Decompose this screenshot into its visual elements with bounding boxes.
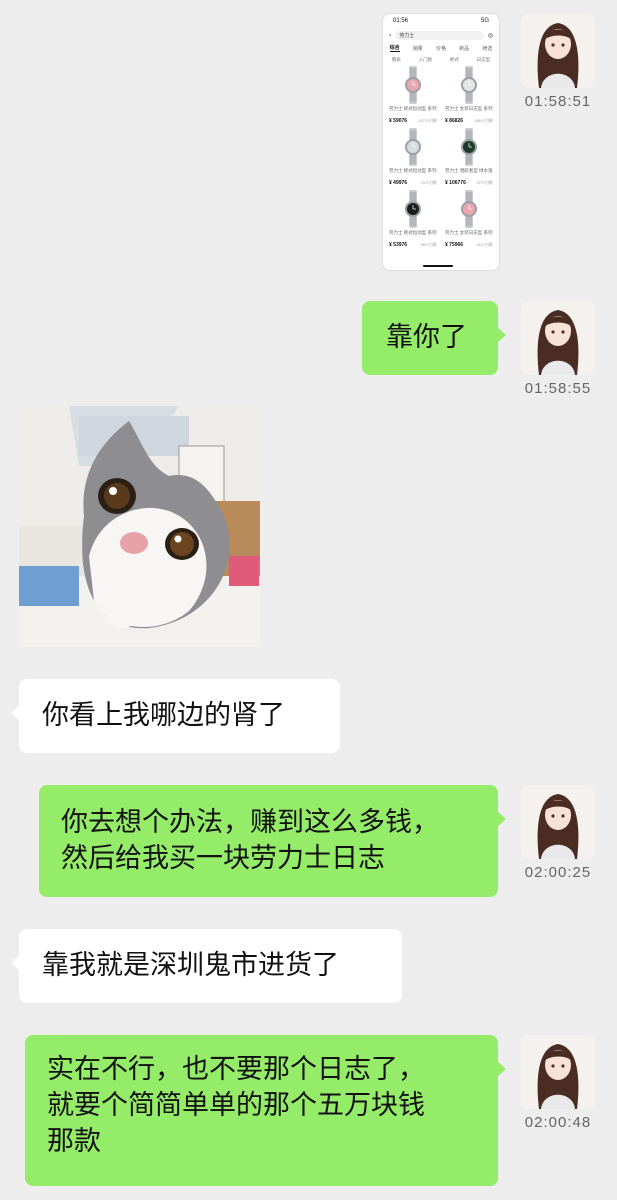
screenshot-status-network: 5G xyxy=(480,18,489,24)
product-price: ¥ 49976 xyxy=(389,180,408,186)
their-message-bubble[interactable]: 你看上我哪边的肾了 xyxy=(11,679,340,753)
screenshot-product-card: 劳力士 女装日志型 系列 ¥ 86826 186人付款 xyxy=(443,66,495,128)
their-message-bubble[interactable]: 靠我就是深圳鬼市进货了 xyxy=(11,929,402,1003)
screenshot-tab: 销量 xyxy=(412,45,423,52)
product-sold: 76人付款 xyxy=(420,180,437,185)
message-text-line: 实在不行，也不要那个日志了， xyxy=(47,1054,425,1085)
message-text: 你看上我哪边的肾了 xyxy=(42,700,285,731)
avatar-girl-icon xyxy=(521,785,595,859)
screenshot-search-row: ‹ 劳力士 ◎ xyxy=(383,28,499,42)
screenshot-status-bar: 01:56 5G xyxy=(383,14,499,28)
message-text-line: 那款 xyxy=(47,1126,101,1157)
screenshot-filters: 腕表 入门款 蚝式 日志型 xyxy=(383,54,499,66)
product-title: 劳力士 女装日志型 系列 xyxy=(445,230,493,235)
avatar-girl-icon xyxy=(521,14,595,88)
message-text: 靠你了 xyxy=(386,322,467,353)
message-timestamp: 02:00:48 xyxy=(524,1114,592,1131)
product-sold: 68人付款 xyxy=(420,242,437,247)
my-message-bubble[interactable]: 实在不行，也不要那个日志了， 就要个简简单单的那个五万块钱 那款 xyxy=(25,1035,506,1186)
screenshot-product-grid: 劳力士 蚝式恒动型 系列 ¥ 59076 187人付款 劳力士 女装日志型 系列 ¥ 8… xyxy=(383,66,499,252)
product-price: ¥ 106776 xyxy=(445,180,466,186)
watch-icon xyxy=(405,128,421,166)
screenshot-tab: 价格 xyxy=(435,45,446,52)
back-arrow-icon: ‹ xyxy=(389,31,392,39)
my-avatar[interactable] xyxy=(521,1035,595,1109)
product-sold: 187人付款 xyxy=(418,118,437,123)
screenshot-filter: 日志型 xyxy=(476,58,491,63)
product-sold: 186人付款 xyxy=(474,118,493,123)
my-avatar[interactable] xyxy=(521,301,595,375)
avatar-girl-icon xyxy=(521,301,595,375)
my-message-bubble[interactable]: 你去想个办法，赚到这么多钱， 然后给我买一块劳力士日志 xyxy=(39,785,506,897)
screenshot-filter: 腕表 xyxy=(391,58,401,63)
screenshot-product-card: 劳力士 女装日志型 系列 ¥ 75966 41人付款 xyxy=(443,190,495,252)
screenshot-search-field: 劳力士 xyxy=(395,30,484,40)
product-sold: 37人付款 xyxy=(476,180,493,185)
screenshot-status-time: 01:56 xyxy=(393,18,409,24)
screenshot-filter: 蚝式 xyxy=(449,58,459,63)
product-title: 劳力士 女装日志型 系列 xyxy=(445,106,493,111)
message-text-line: 你去想个办法，赚到这么多钱， xyxy=(61,807,439,838)
product-price: ¥ 53976 xyxy=(389,242,408,248)
screenshot-product-card: 劳力士 蚝式恒动型 系列 ¥ 53976 68人付款 xyxy=(387,190,439,252)
screenshot-tab: 综合 xyxy=(389,45,400,52)
product-title: 劳力士 蚝式恒动型 系列 xyxy=(389,230,437,235)
watch-icon xyxy=(405,66,421,104)
message-timestamp: 02:00:25 xyxy=(524,864,592,881)
screenshot-tab: 新品 xyxy=(459,45,470,52)
screenshot-tab: 筛选 xyxy=(482,45,493,52)
product-price: ¥ 86826 xyxy=(445,118,464,124)
screenshot-product-card: 劳力士 蚝式恒动型 系列 ¥ 59076 187人付款 xyxy=(387,66,439,128)
watch-icon xyxy=(405,190,421,228)
screenshot-filter: 入门款 xyxy=(418,58,433,63)
product-price: ¥ 59076 xyxy=(389,118,408,124)
message-text-line: 然后给我买一块劳力士日志 xyxy=(61,843,385,874)
message-text: 靠我就是深圳鬼市进货了 xyxy=(42,950,339,981)
watch-icon xyxy=(461,128,477,166)
product-title: 劳力士 潜航者型 绿水鬼 xyxy=(445,168,493,173)
screenshot-product-card: 劳力士 潜航者型 绿水鬼 ¥ 106776 37人付款 xyxy=(443,128,495,190)
product-sold: 41人付款 xyxy=(476,242,493,247)
screenshot-product-card: 劳力士 蚝式恒动型 系列 ¥ 49976 76人付款 xyxy=(387,128,439,190)
message-timestamp: 01:58:55 xyxy=(524,380,592,397)
watch-icon xyxy=(461,190,477,228)
shared-screenshot-image[interactable]: 01:56 5G ‹ 劳力士 ◎ 综合 销量 价格 新品 筛选 腕表 入门款 蚝… xyxy=(382,13,500,271)
my-avatar[interactable] xyxy=(521,785,595,859)
screenshot-tabs: 综合 销量 价格 新品 筛选 xyxy=(383,42,499,54)
product-title: 劳力士 蚝式恒动型 系列 xyxy=(389,168,437,173)
cat-sticker-image[interactable] xyxy=(19,406,260,647)
product-price: ¥ 75966 xyxy=(445,242,464,248)
screenshot-home-indicator xyxy=(423,265,453,267)
camera-icon: ◎ xyxy=(487,31,493,39)
watch-icon xyxy=(461,66,477,104)
my-message-bubble[interactable]: 靠你了 xyxy=(362,301,506,375)
my-avatar[interactable] xyxy=(521,14,595,88)
avatar-girl-icon xyxy=(521,1035,595,1109)
message-timestamp: 01:58:51 xyxy=(524,93,592,110)
message-text-line: 就要个简简单单的那个五万块钱 xyxy=(47,1090,425,1121)
product-title: 劳力士 蚝式恒动型 系列 xyxy=(389,106,437,111)
